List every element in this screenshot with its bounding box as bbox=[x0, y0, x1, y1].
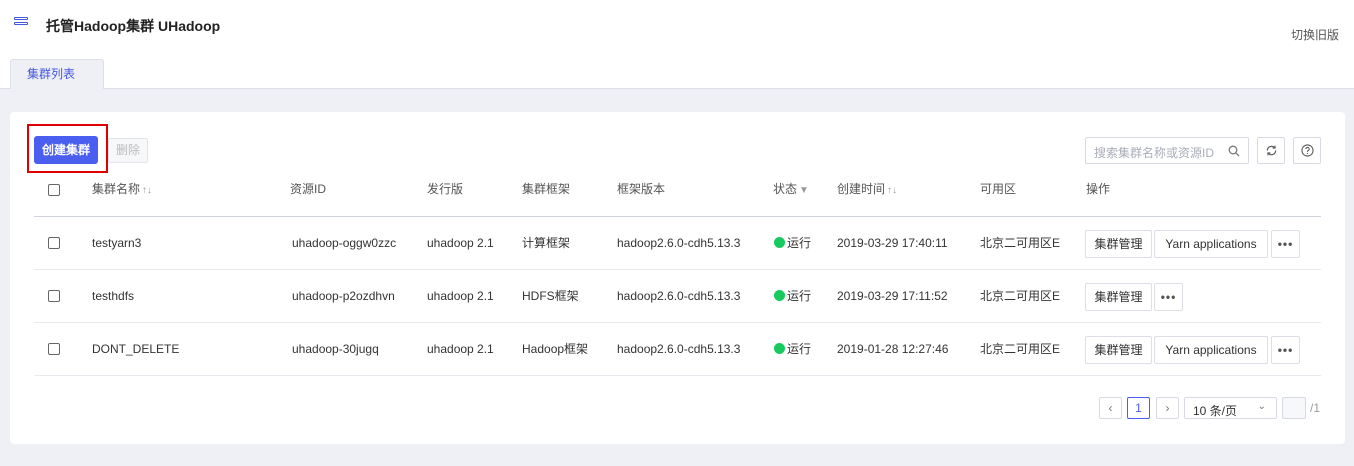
framework-version: hadoop2.6.0-cdh5.13.3 bbox=[617, 289, 741, 303]
framework-version: hadoop2.6.0-cdh5.13.3 bbox=[617, 342, 741, 356]
table-row: testhdfs uhadoop-p2ozdhvn uhadoop 2.1 HD… bbox=[34, 270, 1321, 323]
menu-icon[interactable] bbox=[14, 17, 28, 31]
cluster-manage-button[interactable]: 集群管理 bbox=[1085, 336, 1152, 364]
more-actions-button[interactable]: ••• bbox=[1271, 230, 1300, 258]
cluster-name[interactable]: DONT_DELETE bbox=[92, 323, 179, 376]
search-input[interactable]: 搜索集群名称或资源ID bbox=[1085, 137, 1249, 164]
search-placeholder: 搜索集群名称或资源ID bbox=[1094, 146, 1215, 160]
resource-id: uhadoop-oggw0zzc bbox=[292, 236, 397, 250]
yarn-applications-button[interactable]: Yarn applications bbox=[1154, 230, 1268, 258]
column-header-version: 框架版本 bbox=[617, 182, 666, 196]
distribution: uhadoop 2.1 bbox=[427, 289, 494, 303]
page-size-value: 10 条/页 bbox=[1193, 404, 1238, 418]
distribution: uhadoop 2.1 bbox=[427, 236, 494, 250]
column-header-framework: 集群框架 bbox=[522, 182, 571, 196]
cluster-manage-button[interactable]: 集群管理 bbox=[1085, 230, 1152, 258]
table-header: 集群名称 ↑↓ 资源ID 发行版 集群框架 框架版本 状态 ▼ 创建时间 ↑↓ 可用区… bbox=[34, 164, 1321, 217]
sort-icon[interactable]: ↑↓ bbox=[887, 185, 897, 196]
more-actions-button[interactable]: ••• bbox=[1154, 283, 1183, 311]
status: 运行 bbox=[774, 217, 811, 270]
status: 运行 bbox=[774, 270, 811, 323]
status-running-dot bbox=[774, 343, 785, 354]
cluster-name[interactable]: testyarn3 bbox=[92, 217, 141, 270]
column-header-status[interactable]: 状态 ▼ bbox=[773, 164, 809, 217]
row-checkbox[interactable] bbox=[48, 290, 60, 302]
help-button[interactable] bbox=[1293, 137, 1321, 164]
status: 运行 bbox=[774, 323, 811, 376]
column-header-zone: 可用区 bbox=[980, 182, 1017, 196]
cluster-name[interactable]: testhdfs bbox=[92, 270, 134, 323]
zone: 北京二可用区E bbox=[980, 289, 1061, 303]
refresh-button[interactable] bbox=[1257, 137, 1285, 164]
created-time: 2019-01-28 12:27:46 bbox=[837, 342, 949, 356]
status-running-dot bbox=[774, 237, 785, 248]
page-total: /1 bbox=[1310, 401, 1321, 415]
resource-id: uhadoop-p2ozdhvn bbox=[292, 289, 395, 303]
column-header-id: 资源ID bbox=[290, 182, 327, 196]
switch-old-version-link[interactable]: 切换旧版 bbox=[1291, 26, 1339, 43]
delete-button[interactable]: 删除 bbox=[108, 138, 148, 163]
refresh-icon bbox=[1266, 145, 1277, 156]
chevron-down-icon: ⌄ bbox=[1257, 401, 1266, 412]
status-running-dot bbox=[774, 290, 785, 301]
resource-id: uhadoop-30jugq bbox=[292, 342, 379, 356]
created-time: 2019-03-29 17:11:52 bbox=[837, 289, 948, 303]
created-time: 2019-03-29 17:40:11 bbox=[837, 236, 948, 250]
column-header-name[interactable]: 集群名称 ↑↓ bbox=[92, 164, 152, 217]
table-row: testyarn3 uhadoop-oggw0zzc uhadoop 2.1 计… bbox=[34, 217, 1321, 270]
row-checkbox[interactable] bbox=[48, 343, 60, 355]
search-icon[interactable] bbox=[1228, 145, 1240, 157]
select-all-checkbox[interactable] bbox=[48, 184, 60, 196]
sort-icon[interactable]: ↑↓ bbox=[142, 185, 152, 196]
column-header-created[interactable]: 创建时间 ↑↓ bbox=[837, 164, 897, 217]
page-title: 托管Hadoop集群 UHadoop bbox=[46, 18, 221, 34]
tab-bar: 集群列表 bbox=[0, 59, 1354, 89]
column-header-actions: 操作 bbox=[1086, 182, 1111, 196]
row-checkbox[interactable] bbox=[48, 237, 60, 249]
distribution: uhadoop 2.1 bbox=[427, 342, 494, 356]
page-1-button[interactable]: 1 bbox=[1127, 397, 1150, 419]
cluster-manage-button[interactable]: 集群管理 bbox=[1085, 283, 1152, 311]
filter-icon[interactable]: ▼ bbox=[799, 185, 809, 196]
more-actions-button[interactable]: ••• bbox=[1271, 336, 1300, 364]
framework-version: hadoop2.6.0-cdh5.13.3 bbox=[617, 236, 741, 250]
yarn-applications-button[interactable]: Yarn applications bbox=[1154, 336, 1268, 364]
top-bar: 托管Hadoop集群 UHadoop 切换旧版 bbox=[0, 0, 1354, 59]
next-page-button[interactable]: › bbox=[1156, 397, 1179, 419]
column-header-dist: 发行版 bbox=[427, 182, 464, 196]
page-jump-input[interactable] bbox=[1282, 397, 1306, 419]
framework: Hadoop框架 bbox=[522, 342, 589, 356]
help-icon bbox=[1301, 144, 1314, 157]
framework: 计算框架 bbox=[522, 236, 571, 250]
tab-cluster-list[interactable]: 集群列表 bbox=[10, 59, 104, 89]
prev-page-button[interactable]: ‹ bbox=[1099, 397, 1122, 419]
zone: 北京二可用区E bbox=[980, 236, 1061, 250]
page-size-select[interactable]: 10 条/页 ⌄ bbox=[1184, 397, 1277, 419]
framework: HDFS框架 bbox=[522, 289, 579, 303]
zone: 北京二可用区E bbox=[980, 342, 1061, 356]
table-row: DONT_DELETE uhadoop-30jugq uhadoop 2.1 H… bbox=[34, 323, 1321, 376]
